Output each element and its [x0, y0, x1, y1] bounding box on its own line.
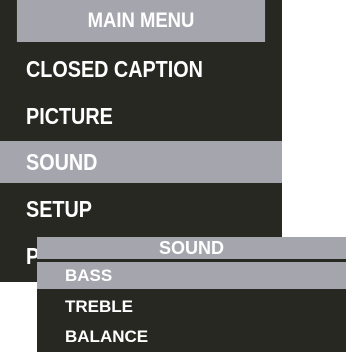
menu-item-label: SOUND — [26, 149, 98, 175]
submenu-item-balance[interactable]: BALANCE — [37, 323, 346, 350]
menu-item-sound[interactable]: SOUND — [0, 141, 282, 183]
menu-item-label: SETUP — [26, 196, 92, 222]
sound-submenu-title: SOUND — [37, 237, 346, 259]
sound-submenu: SOUND BASS TREBLE BALANCE — [37, 237, 346, 352]
menu-item-closed-caption[interactable]: CLOSED CAPTION — [0, 48, 282, 90]
submenu-item-treble[interactable]: TREBLE — [37, 293, 346, 320]
menu-item-label: PICTURE — [26, 103, 113, 129]
main-menu-title: MAIN MENU — [16, 0, 266, 42]
submenu-item-bass[interactable]: BASS — [37, 262, 346, 289]
menu-item-setup[interactable]: SETUP — [0, 188, 282, 230]
menu-item-picture[interactable]: PICTURE — [0, 95, 282, 137]
menu-item-label: CLOSED CAPTION — [26, 56, 203, 82]
